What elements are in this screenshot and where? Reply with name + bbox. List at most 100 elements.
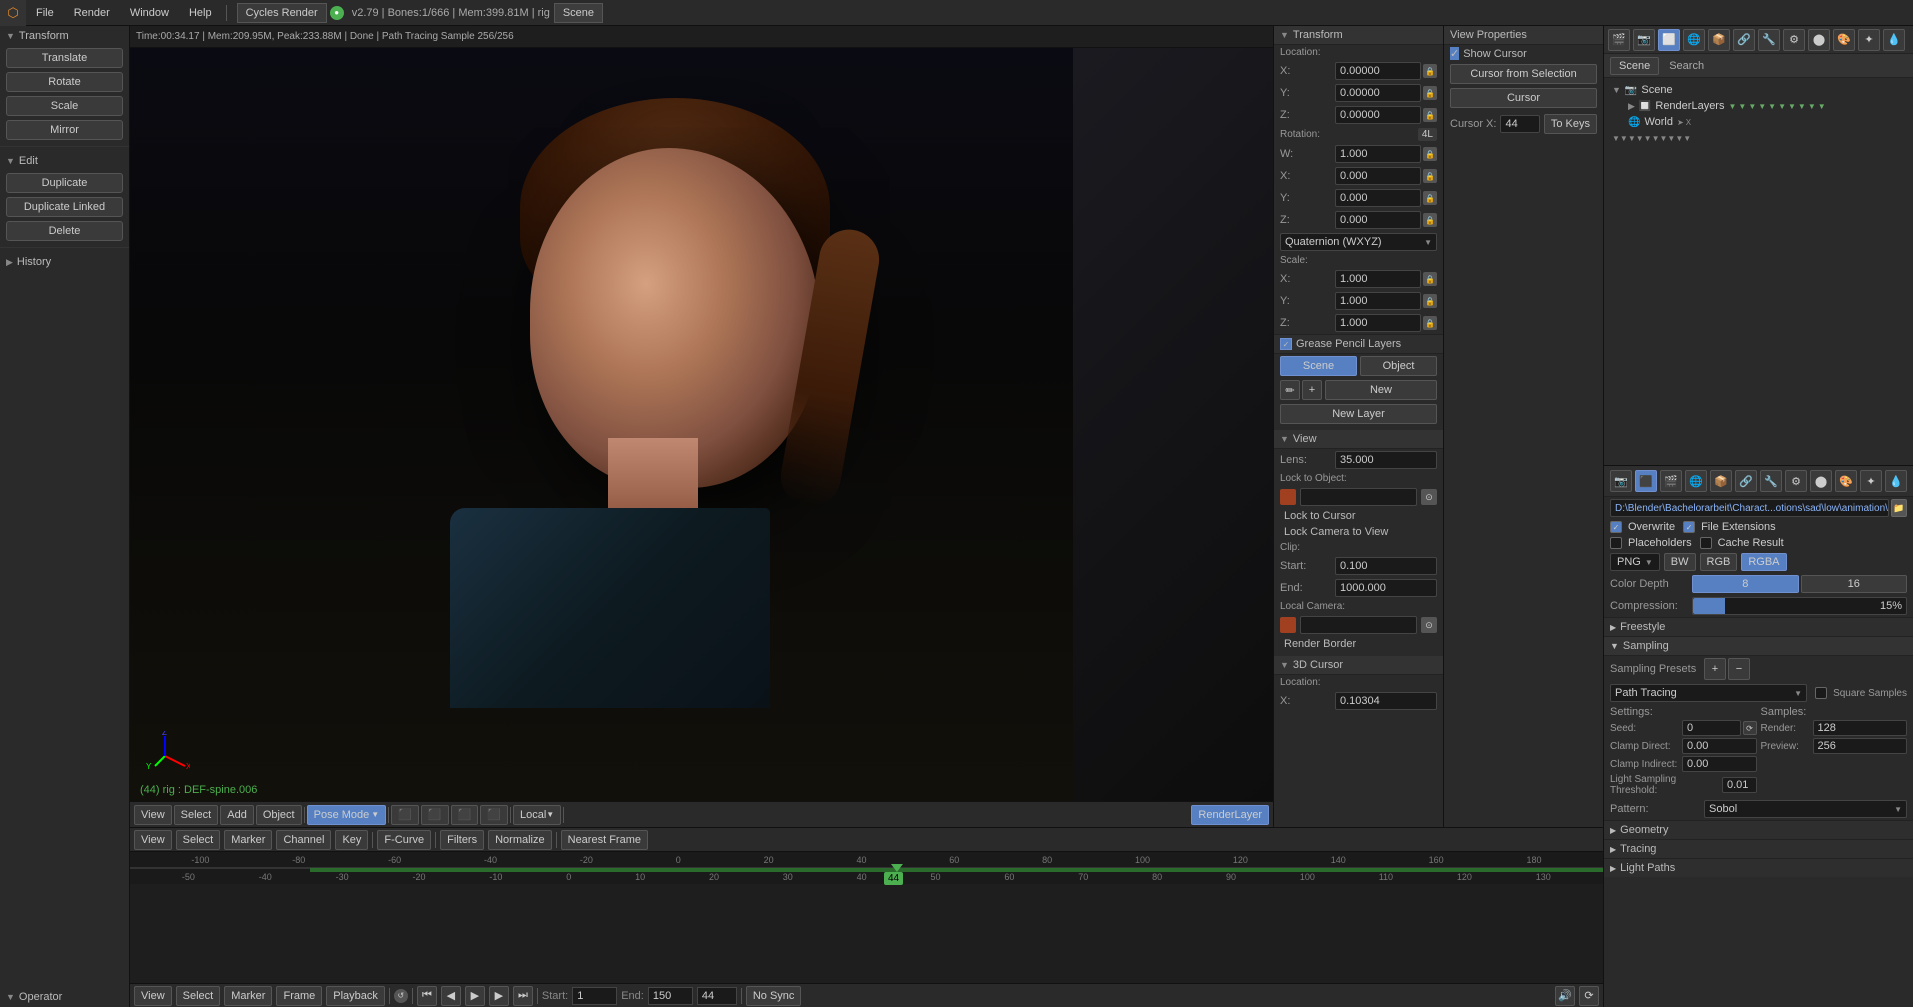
show-cursor-check[interactable]: ✓ — [1450, 47, 1459, 60]
cache-check[interactable] — [1700, 537, 1712, 549]
to-keys-btn[interactable]: To Keys — [1544, 114, 1597, 134]
history-section-header[interactable]: ▶ History — [0, 252, 129, 272]
rgb-btn[interactable]: RGB — [1700, 553, 1738, 571]
loc-y-field[interactable]: 0.00000 — [1335, 84, 1421, 102]
loc-z-field[interactable]: 0.00000 — [1335, 106, 1421, 124]
tl-select-bottom-btn[interactable]: Select — [176, 986, 221, 1006]
rot-y-field[interactable]: 0.000 — [1335, 189, 1421, 207]
loc-x-lock[interactable]: 🔒 — [1423, 64, 1437, 78]
loop-btn[interactable]: ⟳ — [1579, 986, 1599, 1006]
freestyle-section[interactable]: ▶ Freestyle — [1604, 617, 1913, 636]
tl-marker-bottom-btn[interactable]: Marker — [224, 986, 272, 1006]
data-icon[interactable]: ⚙ — [1783, 29, 1805, 51]
tracing-section[interactable]: ▶ Tracing — [1604, 839, 1913, 858]
quaternion-dropdown[interactable]: Quaternion (WXYZ) ▼ — [1280, 233, 1437, 251]
seed-field[interactable]: 0 — [1682, 720, 1741, 736]
lens-field[interactable]: 35.000 — [1335, 451, 1437, 469]
toolbar-icon-1[interactable]: ⬛ — [391, 805, 419, 825]
pattern-dropdown[interactable]: Sobol ▼ — [1704, 800, 1907, 818]
current-frame-field[interactable]: 44 — [697, 987, 737, 1005]
tree-item-world[interactable]: 🌐 World ➤ X — [1608, 114, 1909, 130]
local-cam-field[interactable] — [1300, 616, 1417, 634]
no-sync-btn[interactable]: No Sync — [746, 986, 802, 1006]
material-icon[interactable]: ⬤ — [1808, 29, 1830, 51]
light-sampling-field[interactable]: 0.01 — [1722, 777, 1757, 793]
presets-remove-btn[interactable]: − — [1728, 658, 1750, 680]
toolbar-icon-3[interactable]: ⬛ — [451, 805, 479, 825]
scale-y-lock[interactable]: 🔒 — [1423, 294, 1437, 308]
pose-mode-btn[interactable]: Pose Mode ▼ — [307, 805, 387, 825]
next-frame-btn[interactable]: ▶ — [489, 986, 509, 1006]
depth-8-btn[interactable]: 8 — [1692, 575, 1799, 593]
overwrite-check[interactable]: ✓ — [1610, 521, 1622, 533]
rot-y-lock[interactable]: 🔒 — [1423, 191, 1437, 205]
square-samples-check[interactable] — [1815, 687, 1827, 699]
depth-16-btn[interactable]: 16 — [1801, 575, 1908, 593]
tl-select-btn[interactable]: Select — [176, 830, 221, 850]
object-tab-btn[interactable]: Object — [1360, 356, 1437, 376]
render-active-icon-btn[interactable]: ⬛ — [1635, 470, 1657, 492]
jump-end-btn[interactable]: ⏭ — [513, 986, 533, 1006]
plus-icon-btn[interactable]: + — [1302, 380, 1322, 400]
tl-marker-btn[interactable]: Marker — [224, 830, 272, 850]
con-icon-btn[interactable]: 🔗 — [1735, 470, 1757, 492]
seed-random-btn[interactable]: ⟳ — [1743, 721, 1757, 735]
lock-obj-field[interactable] — [1300, 488, 1417, 506]
cursor-from-selection-btn[interactable]: Cursor from Selection — [1450, 64, 1597, 84]
grease-pencil-toggle[interactable]: ✓ Grease Pencil Layers — [1274, 334, 1443, 354]
texture-icon[interactable]: 🎨 — [1833, 29, 1855, 51]
prev-frame-btn[interactable]: ◀ — [441, 986, 461, 1006]
placeholders-check[interactable] — [1610, 537, 1622, 549]
tree-item-scene[interactable]: ▼ 📷 Scene — [1608, 82, 1909, 98]
render-layer-btn[interactable]: RenderLayer — [1191, 805, 1269, 825]
scene-props-icon[interactable]: 🎬 — [1608, 29, 1630, 51]
edit-section-header[interactable]: ▼ Edit — [0, 151, 129, 171]
toolbar-icon-4[interactable]: ⬛ — [480, 805, 508, 825]
lock-obj-picker[interactable]: ⊙ — [1421, 489, 1437, 505]
sampling-header[interactable]: ▼ Sampling — [1604, 636, 1913, 656]
menu-render[interactable]: Render — [64, 0, 120, 25]
output-path-field[interactable]: D:\Blender\Bachelorarbeit\Charact...otio… — [1610, 499, 1889, 517]
object-menu-btn[interactable]: Object — [256, 805, 302, 825]
start-frame-field[interactable]: 1 — [572, 987, 617, 1005]
format-dropdown[interactable]: PNG ▼ — [1610, 553, 1660, 571]
menu-window[interactable]: Window — [120, 0, 179, 25]
obj-icon-btn[interactable]: 📦 — [1710, 470, 1732, 492]
grease-pencil-check[interactable]: ✓ — [1280, 338, 1292, 350]
bw-btn[interactable]: BW — [1664, 553, 1696, 571]
scale-z-field[interactable]: 1.000 — [1335, 314, 1421, 332]
timeline-body[interactable]: -100 -80 -60 -40 -20 0 20 40 60 80 100 1… — [130, 852, 1603, 983]
tl-filters-btn[interactable]: Filters — [440, 830, 484, 850]
clamp-direct-field[interactable]: 0.00 — [1682, 738, 1757, 754]
loc-y-lock[interactable]: 🔒 — [1423, 86, 1437, 100]
clip-end-field[interactable]: 1000.000 — [1335, 579, 1437, 597]
mod-icon-btn[interactable]: 🔧 — [1760, 470, 1782, 492]
operator-section-header[interactable]: ▼ Operator — [0, 987, 129, 1007]
object-props-icon[interactable]: 📦 — [1708, 29, 1730, 51]
duplicate-button[interactable]: Duplicate — [6, 173, 123, 193]
scale-button[interactable]: Scale — [6, 96, 123, 116]
world-props-icon[interactable]: 🌐 — [1683, 29, 1705, 51]
tl-view-bottom-btn[interactable]: View — [134, 986, 172, 1006]
rot-x-lock[interactable]: 🔒 — [1423, 169, 1437, 183]
menu-help[interactable]: Help — [179, 0, 222, 25]
scale-z-lock[interactable]: 🔒 — [1423, 316, 1437, 330]
part-icon-btn[interactable]: ✦ — [1860, 470, 1882, 492]
scene-tab[interactable]: Scene — [554, 3, 603, 23]
phys-icon-btn[interactable]: 💧 — [1885, 470, 1907, 492]
transform-section-header[interactable]: ▼ Transform — [0, 26, 129, 46]
modifier-icon[interactable]: 🔧 — [1758, 29, 1780, 51]
audio-btn[interactable]: 🔊 — [1555, 986, 1575, 1006]
tl-view-btn[interactable]: View — [134, 830, 172, 850]
new-layer-btn[interactable]: New Layer — [1280, 404, 1437, 424]
mirror-button[interactable]: Mirror — [6, 120, 123, 140]
scale-x-field[interactable]: 1.000 — [1335, 270, 1421, 288]
constraints-icon[interactable]: 🔗 — [1733, 29, 1755, 51]
cursor-x-vp-field[interactable]: 44 — [1500, 115, 1539, 133]
geometry-section[interactable]: ▶ Geometry — [1604, 820, 1913, 839]
loc-x-field[interactable]: 0.00000 — [1335, 62, 1421, 80]
physics-icon[interactable]: 💧 — [1883, 29, 1905, 51]
path-tracing-dropdown[interactable]: Path Tracing ▼ — [1610, 684, 1807, 702]
engine-selector[interactable]: Cycles Render — [237, 3, 327, 23]
particle-icon[interactable]: ✦ — [1858, 29, 1880, 51]
